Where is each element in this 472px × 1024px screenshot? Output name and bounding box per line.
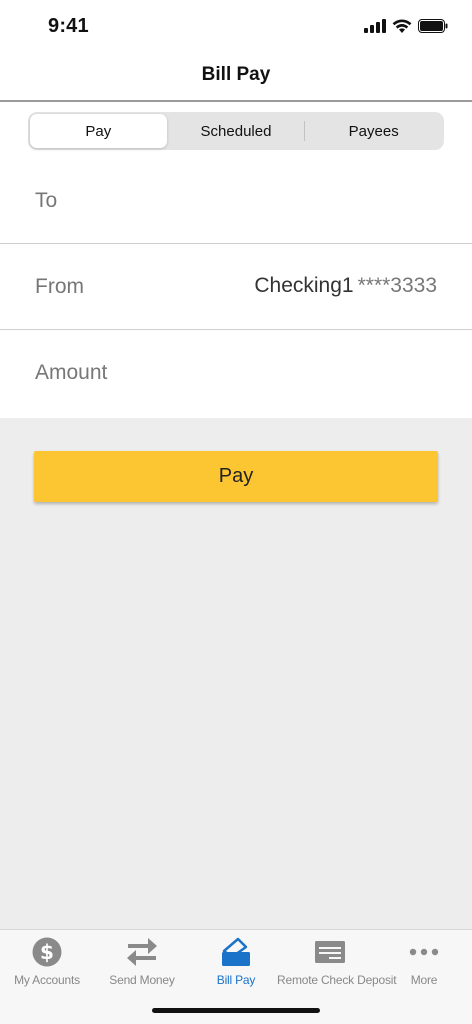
segmented-control: Pay Scheduled Payees — [28, 112, 444, 150]
from-account-name: Checking1 — [254, 274, 354, 297]
segment-payees[interactable]: Payees — [305, 114, 442, 148]
dollar-circle-icon: $ — [32, 937, 62, 967]
check-card-icon — [315, 941, 345, 963]
segment-container: Pay Scheduled Payees — [0, 102, 472, 158]
tab-send-money-label: Send Money — [109, 973, 175, 987]
to-field[interactable]: To — [0, 158, 472, 244]
segment-pay[interactable]: Pay — [30, 114, 167, 148]
tab-remote-check-deposit[interactable]: Remote Check Deposit — [277, 936, 397, 996]
svg-text:$: $ — [40, 940, 54, 964]
segment-scheduled-label: Scheduled — [200, 122, 272, 140]
page-title: Bill Pay — [201, 64, 271, 85]
segment-payees-label: Payees — [348, 122, 399, 140]
amount-label: Amount — [35, 361, 108, 384]
transfer-arrows-icon — [127, 938, 157, 966]
status-icons — [364, 16, 448, 36]
tab-bill-pay[interactable]: Bill Pay — [189, 936, 283, 996]
from-label: From — [35, 275, 84, 298]
pay-button[interactable]: Pay — [34, 451, 438, 502]
wifi-icon — [392, 18, 412, 33]
tab-bill-pay-label: Bill Pay — [216, 973, 256, 987]
tab-my-accounts-label: My Accounts — [14, 973, 80, 987]
tab-my-accounts[interactable]: $ My Accounts — [0, 936, 94, 996]
cellular-signal-icon — [364, 19, 386, 33]
from-account-value: Checking1 ****3333 — [254, 274, 437, 298]
bill-pay-form: To From Checking1 ****3333 Amount — [0, 158, 472, 418]
battery-icon — [418, 19, 448, 33]
to-label: To — [35, 189, 58, 212]
tab-remote-check-deposit-label: Remote Check Deposit — [277, 973, 397, 987]
tab-more[interactable]: More — [377, 936, 471, 996]
from-field[interactable]: From Checking1 ****3333 — [0, 244, 472, 330]
from-account-masked-number: ****3333 — [357, 274, 437, 297]
bill-pay-icon — [222, 937, 250, 966]
amount-field[interactable]: Amount — [0, 330, 472, 418]
segment-pay-label: Pay — [85, 122, 112, 140]
tab-more-label: More — [410, 973, 438, 987]
home-indicator — [152, 1008, 320, 1013]
tab-send-money[interactable]: Send Money — [95, 936, 189, 996]
more-dots-icon — [409, 948, 439, 956]
status-time: 9:41 — [48, 15, 89, 37]
segment-scheduled[interactable]: Scheduled — [168, 114, 305, 148]
status-bar: 9:41 — [0, 0, 472, 52]
navigation-bar: Bill Pay — [0, 52, 472, 102]
